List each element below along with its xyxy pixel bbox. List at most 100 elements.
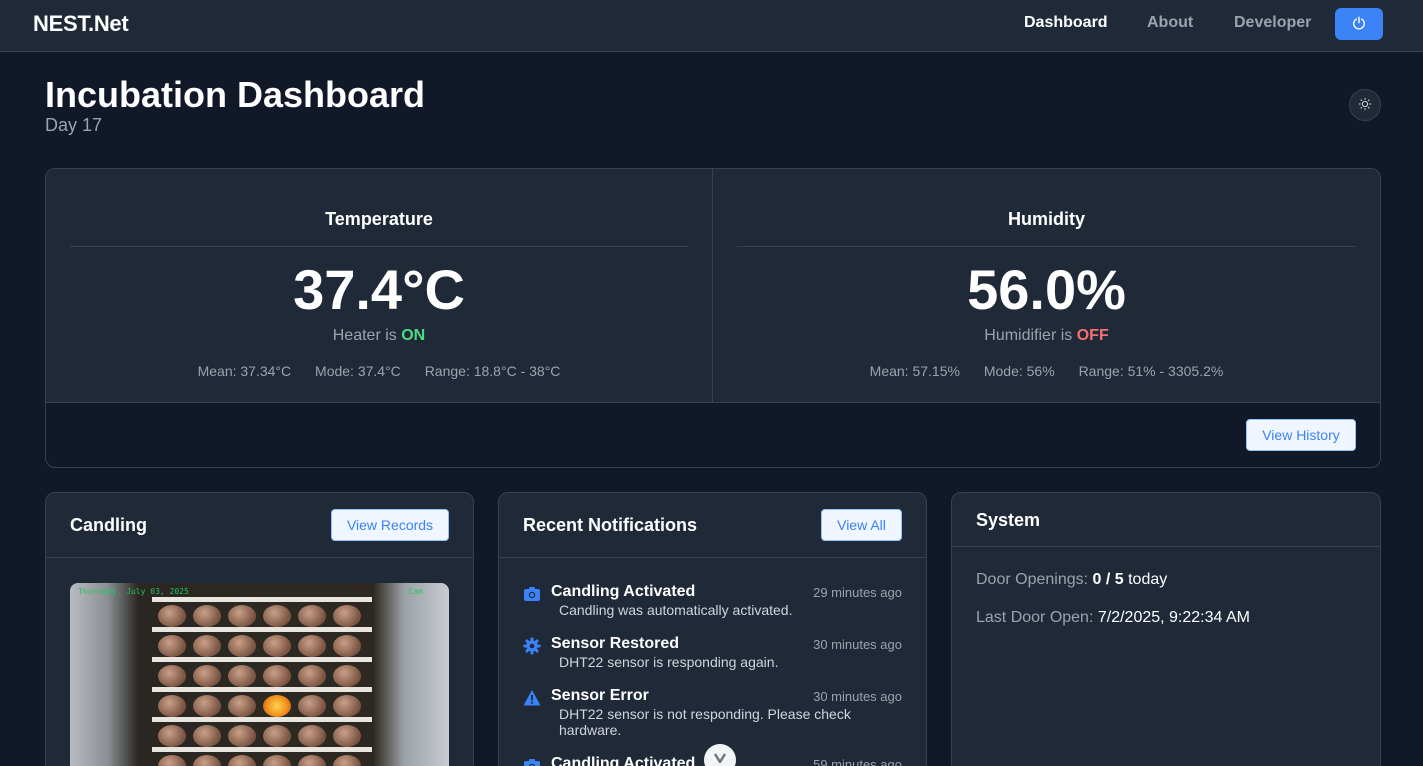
- temperature-title: Temperature: [70, 209, 688, 247]
- egg: [333, 635, 361, 657]
- system-header: System: [952, 493, 1380, 547]
- egg: [228, 695, 256, 717]
- humidifier-status-label: Humidifier is: [984, 327, 1073, 344]
- egg: [193, 725, 221, 747]
- egg: [298, 725, 326, 747]
- egg: [333, 605, 361, 627]
- egg: [263, 635, 291, 657]
- egg: [158, 605, 186, 627]
- egg: [333, 665, 361, 687]
- humidifier-state-badge: OFF: [1076, 327, 1109, 344]
- egg: [263, 695, 291, 717]
- view-records-button[interactable]: View Records: [331, 509, 449, 541]
- last-door-open: Last Door Open: 7/2/2025, 9:22:34 AM: [976, 609, 1250, 627]
- power-icon: [1352, 16, 1366, 33]
- nav-link-about[interactable]: About: [1147, 14, 1193, 32]
- egg: [158, 755, 186, 766]
- egg: [193, 605, 221, 627]
- system-card: System Door Openings: 0 / 5 today Last D…: [951, 492, 1381, 766]
- egg: [228, 605, 256, 627]
- notification-time: 30 minutes ago: [813, 689, 902, 704]
- notification-time: 59 minutes ago: [813, 757, 902, 766]
- egg: [158, 665, 186, 687]
- camera-icon: [523, 585, 541, 603]
- theme-toggle-button[interactable]: [1349, 89, 1381, 121]
- egg: [263, 725, 291, 747]
- notifications-header: Recent Notifications View All: [499, 493, 926, 558]
- egg: [333, 725, 361, 747]
- egg: [193, 635, 221, 657]
- candling-camera-feed[interactable]: Thursday, July 03, 2025 Cam: [70, 583, 449, 766]
- door-openings-value: 0 / 5: [1092, 571, 1124, 588]
- camera-label: Cam: [408, 587, 423, 596]
- candling-card: Candling View Records Thursday, July 03,…: [45, 492, 474, 766]
- notification-time: 30 minutes ago: [813, 637, 902, 652]
- notification-title: Candling Activated: [551, 755, 696, 766]
- view-history-button[interactable]: View History: [1246, 419, 1356, 451]
- door-openings-suffix: today: [1128, 571, 1168, 588]
- egg: [298, 755, 326, 766]
- navbar: NEST.Net Dashboard About Developer: [0, 0, 1423, 52]
- gear-icon: [523, 637, 541, 655]
- notifications-card: Recent Notifications View All Candling A…: [498, 492, 927, 766]
- heater-status: Heater is ON: [46, 327, 712, 345]
- system-title: System: [976, 510, 1041, 530]
- candling-header: Candling View Records: [46, 493, 473, 558]
- notification-message: Candling was automatically activated.: [559, 602, 793, 618]
- temperature-range: Range: 18.8°C - 38°C: [424, 363, 561, 379]
- nav-link-dashboard[interactable]: Dashboard: [1024, 14, 1108, 32]
- egg: [333, 695, 361, 717]
- humidity-mode: Mode: 56%: [983, 363, 1055, 379]
- temperature-panel: Temperature 37.4°C Heater is ON Mean: 37…: [46, 169, 713, 403]
- egg: [333, 755, 361, 766]
- humidity-mean: Mean: 57.15%: [869, 363, 960, 379]
- egg: [263, 755, 291, 766]
- last-door-open-label: Last Door Open:: [976, 609, 1094, 626]
- egg: [228, 635, 256, 657]
- temperature-mean: Mean: 37.34°C: [197, 363, 292, 379]
- egg: [158, 635, 186, 657]
- egg: [193, 665, 221, 687]
- egg-tray: [152, 601, 372, 766]
- egg: [193, 755, 221, 766]
- heater-state-badge: ON: [401, 327, 426, 344]
- notifications-title: Recent Notifications: [523, 515, 698, 535]
- nav-link-developer[interactable]: Developer: [1234, 14, 1311, 32]
- sensor-card: Temperature 37.4°C Heater is ON Mean: 37…: [45, 168, 1381, 468]
- humidity-value: 56.0%: [967, 258, 1126, 321]
- camera-icon: [523, 757, 541, 766]
- notification-time: 29 minutes ago: [813, 585, 902, 600]
- egg: [158, 695, 186, 717]
- egg: [263, 665, 291, 687]
- camera-timestamp: Thursday, July 03, 2025: [78, 587, 189, 596]
- brand-logo[interactable]: NEST.Net: [33, 11, 129, 37]
- last-door-open-value: 7/2/2025, 9:22:34 AM: [1097, 609, 1250, 626]
- view-all-button[interactable]: View All: [821, 509, 902, 541]
- page-title: Incubation Dashboard: [45, 74, 426, 115]
- power-button[interactable]: [1335, 8, 1383, 40]
- egg: [298, 605, 326, 627]
- temperature-value: 37.4°C: [293, 258, 465, 321]
- notification-message: DHT22 sensor is not responding. Please c…: [559, 706, 851, 738]
- humidity-range: Range: 51% - 3305.2%: [1078, 363, 1224, 379]
- egg: [298, 695, 326, 717]
- notification-title: Sensor Restored: [551, 635, 680, 652]
- egg: [158, 725, 186, 747]
- temperature-stats: Mean: 37.34°C Mode: 37.4°C Range: 18.8°C…: [46, 363, 712, 379]
- humidity-title: Humidity: [737, 209, 1356, 247]
- notification-title: Candling Activated: [551, 583, 696, 600]
- humidifier-status: Humidifier is OFF: [713, 327, 1380, 345]
- egg: [228, 665, 256, 687]
- temperature-mode: Mode: 37.4°C: [315, 363, 401, 379]
- humidity-stats: Mean: 57.15% Mode: 56% Range: 51% - 3305…: [713, 363, 1380, 379]
- egg: [298, 665, 326, 687]
- door-openings-label: Door Openings:: [976, 571, 1089, 588]
- warning-icon: [523, 689, 541, 707]
- heater-status-label: Heater is: [332, 327, 397, 344]
- egg: [193, 695, 221, 717]
- candling-title: Candling: [70, 515, 147, 535]
- egg: [228, 725, 256, 747]
- sun-icon: [1358, 97, 1372, 114]
- page-subtitle: Day 17: [45, 115, 103, 135]
- notification-message: DHT22 sensor is responding again.: [559, 654, 779, 670]
